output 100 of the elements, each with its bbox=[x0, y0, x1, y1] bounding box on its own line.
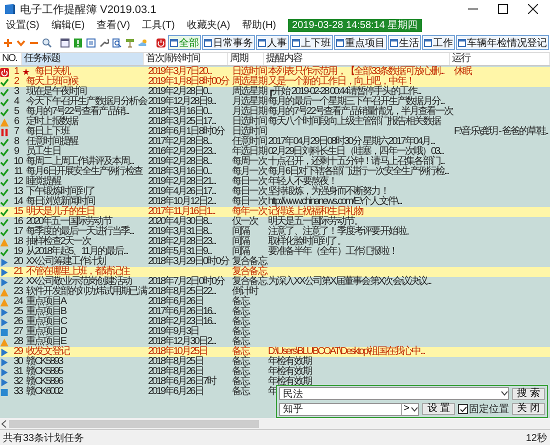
column-header[interactable]: 运行 bbox=[450, 53, 550, 65]
task-row[interactable]: 11 每月6日开展安全生产例行检查 2018年3月16日0... 每月一次每月6日对下辖各部门进行一次安全生产例行检... bbox=[0, 167, 550, 177]
category-tab[interactable]: 上下班 bbox=[290, 35, 333, 50]
task-row[interactable]: 15 明天是儿子的生日 2017年11月16日1... 每年一次记得送上祝福和生日礼物 bbox=[0, 207, 550, 217]
pin-checkbox[interactable]: 固定位置 bbox=[458, 402, 510, 416]
task-row[interactable]: 9 员工生日 2016年2月29日23... 年选日期02月29日刘科长生日（哇塞，四年一次哦）03... bbox=[0, 147, 550, 157]
task-row[interactable]: 20 XX公司筹建工作计划 2018年3月29日0时0分 复合备忘 bbox=[0, 257, 550, 267]
menu-item[interactable]: 设置(S) bbox=[2, 18, 44, 32]
caret-icon[interactable] bbox=[501, 391, 508, 396]
table-cell-text: 从2018年起5、11月的最后... bbox=[25, 247, 128, 257]
calendar-icon bbox=[336, 38, 344, 46]
category-tab[interactable]: 车辆年检情况登记 bbox=[456, 35, 549, 50]
table-cell-text: 现在是午夜时间 bbox=[25, 87, 86, 97]
task-row[interactable]: 28 重点项目E 2018年12月30日2... 备忘 bbox=[0, 337, 550, 347]
row-number: 17 bbox=[12, 227, 22, 237]
task-row[interactable]: 6 定时上报数据 2018年3月25日17... 日选时间每天八个时间段向上级主管部门报告相关数据 bbox=[0, 117, 550, 127]
calendar-button[interactable] bbox=[85, 36, 97, 50]
calendar-icon bbox=[86, 38, 96, 48]
menu-item[interactable]: 查看(V) bbox=[92, 18, 134, 32]
task-row[interactable]: 32 赣CK5896 2018年6月26日7时 备忘 年检有效期 bbox=[0, 377, 550, 387]
task-row[interactable]: 3 现在是午夜时间 2019年2月28日0... 周选星期┏开始 2019-02-28 00:44请暂停手头的工作... bbox=[0, 87, 550, 97]
table-cell-text: 每周一次 bbox=[231, 157, 266, 167]
task-row[interactable]: 19 从2018年起5、11月的最后... 2018年5月31日9... 间隔 要准备半年（全年）工作汇报啦！ bbox=[0, 247, 550, 257]
task-row[interactable]: 17 每季度的最后一天进行当季... 2019年3月31日8... 间隔 注意了、注意了！季度考评要开始啦。 bbox=[0, 227, 550, 237]
task-row[interactable]: 29 收发文登记 2018年10月25日 备忘 D:\Users\BLUBCOAT\Desktop\祖国在我心中... bbox=[0, 347, 550, 357]
task-row[interactable]: 7 每日上下班 2018年6月1日8时0分 日选时间 F:\音乐\龚玥 - 爸爸的草鞋.. bbox=[0, 127, 550, 137]
task-row[interactable]: 25 重点项目B 2017年6月26日16... 备忘 bbox=[0, 307, 550, 317]
close-button[interactable]: 关 闭 bbox=[512, 403, 545, 415]
table-cell-text: F:\音乐\龚玥 - 爸爸的草鞋.. bbox=[453, 127, 548, 137]
menu-item[interactable]: 工具(T) bbox=[138, 18, 179, 32]
table-cell-text: 每月一次 bbox=[231, 167, 266, 177]
category-tab[interactable]: 重点项目 bbox=[334, 35, 387, 50]
site-field[interactable]: 知乎 > bbox=[279, 402, 420, 416]
scroll-left-icon[interactable] bbox=[1, 420, 7, 428]
task-row[interactable]: 16 2020年五一国际劳动节 2020年4月30日8... 仅一次 明天是五一国际劳动节。 bbox=[0, 217, 550, 227]
table-cell-text: 睡觉提醒 bbox=[25, 177, 60, 187]
task-row[interactable]: 8 任意时间提醒 2017年2月28日8... 任意时间2017年04月29日08时30分 星期六2017年04月... bbox=[0, 137, 550, 147]
menu-item[interactable]: 帮助(H) bbox=[238, 18, 280, 32]
task-row[interactable]: 24 重点项目A 2018年6月26日 备忘 bbox=[0, 297, 550, 307]
table-cell-text: XX公司敬业示范岗创建活动 bbox=[25, 277, 132, 287]
table-cell-text: 2020年五一国际劳动节 bbox=[25, 217, 112, 227]
category-tab[interactable]: 全部 bbox=[168, 35, 201, 50]
horizontal-scrollbar[interactable] bbox=[0, 418, 550, 429]
table-cell-text: 备忘 bbox=[231, 297, 250, 307]
row-number: 21 bbox=[12, 267, 22, 277]
table-cell-text: 休眠 bbox=[453, 67, 472, 77]
calendar-button[interactable] bbox=[59, 36, 71, 50]
task-row[interactable]: 23 软件开发部的刘功炜试用期已满2018年8月25日22... 倒计时 bbox=[0, 287, 550, 297]
task-row[interactable]: 22 XX公司敬业示范岗创建活动 2018年7月2日0时0分 复合备忘为深入XX公司第X届董事会第X次会议决议... bbox=[0, 277, 550, 287]
table-cell-text: 2019年6月26日 bbox=[147, 387, 203, 397]
category-tab[interactable]: 人事 bbox=[256, 35, 289, 50]
column-header[interactable]: 首次闹铃时间 bbox=[144, 53, 228, 65]
table-cell-text: 2017年04月29日08时30分 星期六2017年04月... bbox=[267, 137, 434, 147]
table-cell-text: 本列表只作示范用，【全部33条数据可放心删... bbox=[267, 67, 444, 77]
table-cell-text: 下午锻炼时间到了 bbox=[25, 187, 95, 197]
table-cell-text: 每月的7号22号查看产品销... bbox=[25, 107, 129, 117]
task-row[interactable]: 21 不管在哪里上班，都请记住 复合备忘 bbox=[0, 267, 550, 277]
calendar-icon bbox=[458, 38, 466, 46]
row-number: 11 bbox=[13, 167, 22, 177]
task-row[interactable]: 4 今天下午召开生产数据月分析会2019年12月28日9... 月选星期每月的最后一个星期三下午召开生产数据月分... bbox=[0, 97, 550, 107]
menu-item[interactable]: 编辑(E) bbox=[47, 18, 89, 32]
settings-button[interactable]: 设 置 bbox=[422, 403, 456, 415]
alert-button[interactable] bbox=[72, 36, 84, 50]
task-row[interactable]: 27 重点项目D 2019年9月3日 备忘 bbox=[0, 327, 550, 337]
task-row[interactable]: 2 每天上班问候 2019年1月8日8时00分 周选星期又是一个新的工作日，向上吧，中年！ bbox=[0, 77, 550, 87]
column-header[interactable]: 周期 bbox=[228, 53, 264, 65]
category-tab[interactable]: 日常事务 bbox=[202, 35, 255, 50]
table-cell-text: 备忘 bbox=[231, 367, 250, 377]
row-number: 29 bbox=[12, 347, 22, 357]
column-header[interactable]: 提醒内容 bbox=[264, 53, 450, 65]
task-row[interactable]: 26 重点项目C 2018年2月23日16... 备忘 bbox=[0, 317, 550, 327]
row-number: 26 bbox=[12, 317, 22, 327]
table-cell-text: 2018年2月23日16... bbox=[147, 317, 216, 327]
caret-icon[interactable] bbox=[411, 406, 418, 412]
arrow-button[interactable]: > bbox=[400, 404, 412, 414]
table-cell-text: 2018年10月12日2... bbox=[147, 197, 216, 207]
search-button[interactable]: 搜 索 bbox=[512, 388, 545, 400]
row-number: 8 bbox=[13, 137, 18, 147]
task-row[interactable]: 5 每月的7号22号查看产品销... 2018年3月16日0... 月选日期每月的7号22号查看产品销量情况，半月查看一次 bbox=[0, 107, 550, 117]
table-cell-text: 2019年12月28日9... bbox=[147, 97, 216, 107]
task-row[interactable]: 31 赣CK5895 2018年8月26日 备忘 年检有效期 bbox=[0, 367, 550, 377]
column-header[interactable]: 任务标题 bbox=[22, 53, 144, 65]
table-cell-text: 间隔 bbox=[231, 247, 250, 257]
search-field[interactable]: 民法 bbox=[279, 387, 510, 400]
search-button[interactable] bbox=[41, 36, 53, 50]
task-row[interactable]: 18 抽样检查2天一次 2018年2月28日23... 间隔 取样化验时间到了。 bbox=[0, 237, 550, 247]
table-cell-text: 十点召开，还剩十五分钟！请马上召集各部门... bbox=[267, 157, 444, 167]
table-cell-text: 2019年4月26日17... bbox=[147, 187, 216, 197]
power-button[interactable] bbox=[155, 36, 167, 50]
task-row[interactable]: 13 下午锻炼时间到了 2019年4月26日17... 每日一次坚持锻炼，为强身而不断努力！ bbox=[0, 187, 550, 197]
task-row[interactable]: 12 睡觉提醒 2019年2月28日21... 每日一次年轻人不要熬夜！ bbox=[0, 177, 550, 187]
menu-item[interactable]: 收藏夹(A) bbox=[182, 18, 234, 32]
magnifier-button[interactable] bbox=[111, 36, 123, 50]
row-number: 32 bbox=[12, 377, 22, 387]
category-tab[interactable]: 工作 bbox=[422, 35, 455, 50]
task-row[interactable]: 10 每周二上周工作讲评及本周... 2019年2月28日8... 每周一次十点召开，还剩十五分钟！请马上召集各部门... bbox=[0, 157, 550, 167]
task-row[interactable]: 1 ★ 每日关机 2019年3月7日20... 日选时间本列表只作示范用，【全部33条数据可放心删... 休眠 bbox=[0, 67, 550, 77]
task-row[interactable]: 14 每日浏览新闻时间 2018年10月12日2... 每日一次http://www.chinanews.com/E:\个人文件\... bbox=[0, 197, 550, 207]
category-tab[interactable]: 生活 bbox=[388, 35, 421, 50]
task-row[interactable]: 30 赣CK5893 2018年8月25日 备忘 年检有效期 bbox=[0, 357, 550, 367]
